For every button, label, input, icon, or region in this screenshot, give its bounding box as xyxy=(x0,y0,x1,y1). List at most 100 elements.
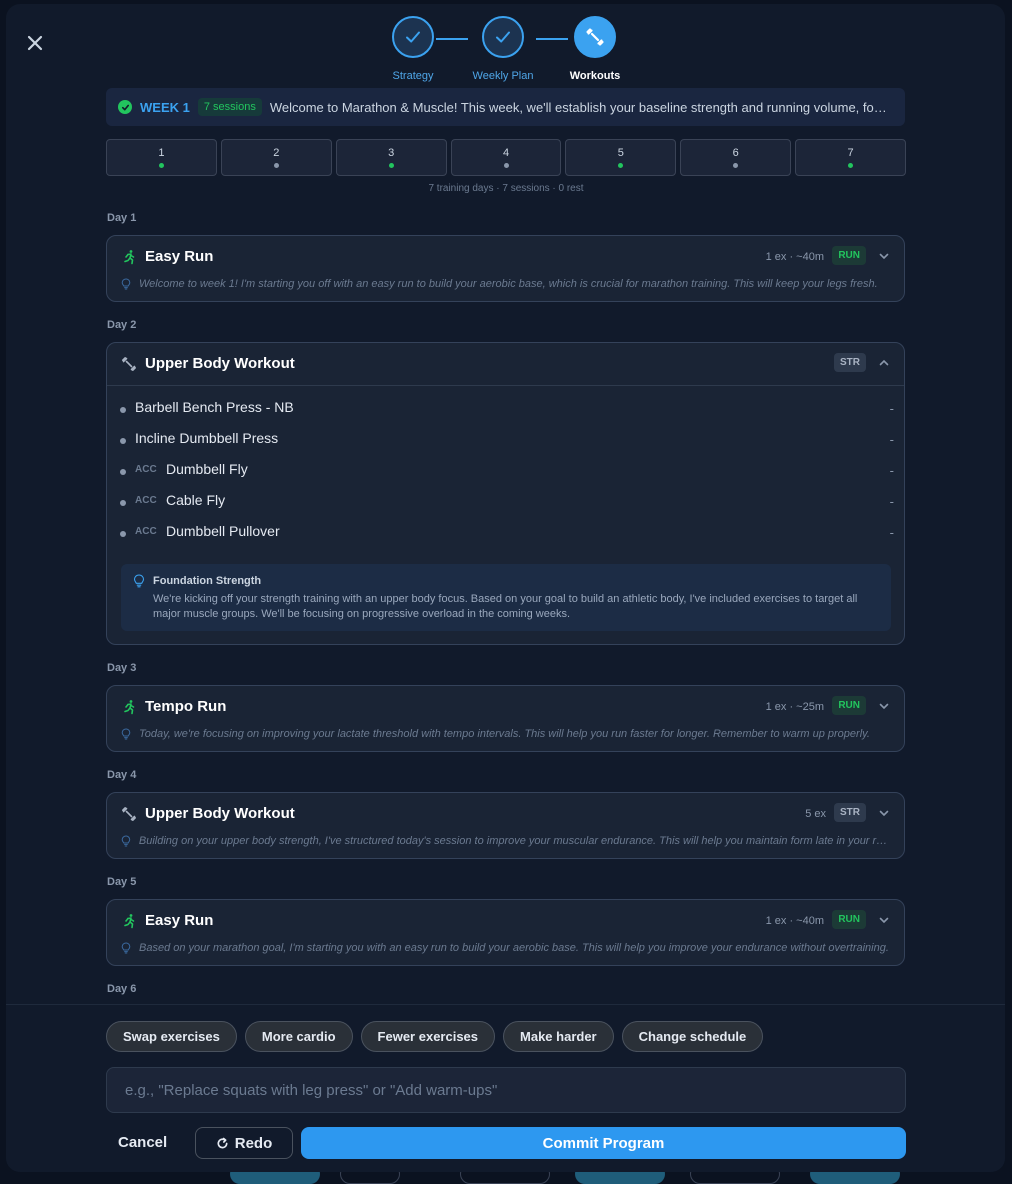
chip-swap-exercises[interactable]: Swap exercises xyxy=(106,1021,237,1052)
day-status-dot xyxy=(273,163,279,168)
workout-note: Based on your marathon goal, I'm startin… xyxy=(121,942,890,954)
wizard-stepper: Strategy Weekly Plan Workouts xyxy=(6,16,1005,86)
chip-change-schedule[interactable]: Change schedule xyxy=(621,1021,764,1052)
running-icon xyxy=(124,700,135,715)
day-tabs: 1 2 3 4 5 6 7 xyxy=(106,139,907,176)
day-label: Day 1 xyxy=(107,212,137,224)
step-label-workouts: Workouts xyxy=(569,70,621,82)
day-label: Day 4 xyxy=(107,769,137,781)
modification-input[interactable] xyxy=(106,1067,906,1113)
exercise-row[interactable]: Barbell Bench Press - NB - xyxy=(107,397,904,428)
lightbulb-icon xyxy=(121,278,131,290)
workout-meta: 1 ex · ~25m xyxy=(765,701,824,713)
accessory-tag: ACC xyxy=(135,464,157,475)
accessory-tag: ACC xyxy=(135,495,157,506)
chip-make-harder[interactable]: Make harder xyxy=(503,1021,614,1052)
day-status-dot xyxy=(158,163,164,168)
dumbbell-icon xyxy=(122,807,136,821)
day-status-dot xyxy=(733,163,739,168)
workout-card-day-2[interactable]: Upper Body Workout STR Barbell Bench Pre… xyxy=(106,342,905,645)
lightbulb-icon xyxy=(133,574,145,588)
workout-title: Upper Body Workout xyxy=(145,355,295,372)
workout-title: Upper Body Workout xyxy=(145,805,295,822)
workout-note: Building on your upper body strength, I'… xyxy=(121,835,890,847)
day-label: Day 6 xyxy=(107,983,137,995)
workout-card-day-1[interactable]: Easy Run 1 ex · ~40m RUN Welcome to week… xyxy=(106,235,905,302)
quick-suggestion-chips: Swap exercises More cardio Fewer exercis… xyxy=(106,1021,764,1052)
run-badge: RUN xyxy=(832,696,866,715)
step-connector xyxy=(436,38,468,40)
week-welcome-text: Welcome to Marathon & Muscle! This week,… xyxy=(269,99,905,115)
day-status-dot xyxy=(503,163,509,168)
day-tab-3[interactable]: 3 xyxy=(335,139,447,176)
workout-meta: 1 ex · ~40m xyxy=(765,251,824,263)
exercise-row[interactable]: ACC Dumbbell Pullover - xyxy=(107,521,904,552)
run-badge: RUN xyxy=(832,910,866,929)
workout-list: Day 1 Easy Run 1 ex · ~40m RUN Welcome t… xyxy=(6,204,1005,1004)
check-icon xyxy=(406,31,420,43)
running-icon xyxy=(124,914,135,929)
day-tab-4[interactable]: 4 xyxy=(450,139,562,176)
step-weekly-plan-circle[interactable] xyxy=(482,16,524,58)
workout-note: Today, we're focusing on improving your … xyxy=(121,728,890,740)
chevron-down-icon[interactable] xyxy=(878,700,890,712)
exercise-row[interactable]: ACC Dumbbell Fly - xyxy=(107,459,904,490)
workout-card-day-4[interactable]: Upper Body Workout 5 ex STR Building on … xyxy=(106,792,905,859)
commit-program-button[interactable]: Commit Program xyxy=(301,1127,906,1159)
chevron-up-icon[interactable] xyxy=(878,357,890,369)
workout-note: Welcome to week 1! I'm starting you off … xyxy=(121,278,890,290)
step-connector xyxy=(536,38,568,40)
strength-badge: STR xyxy=(834,353,866,372)
workout-meta: 5 ex xyxy=(805,808,826,820)
chevron-down-icon[interactable] xyxy=(878,250,890,262)
coach-note-box: Foundation Strength We're kicking off yo… xyxy=(121,564,891,631)
coach-note-title: Foundation Strength xyxy=(153,575,262,587)
day-tab-1[interactable]: 1 xyxy=(106,139,217,176)
running-icon xyxy=(124,250,135,265)
day-status-dot xyxy=(848,163,854,168)
week-banner: WEEK 1 7 sessions Welcome to Marathon & … xyxy=(106,88,905,126)
exercise-row[interactable]: Incline Dumbbell Press - xyxy=(107,428,904,459)
run-badge: RUN xyxy=(832,246,866,265)
divider xyxy=(107,385,904,386)
modify-panel: Swap exercises More cardio Fewer exercis… xyxy=(6,1004,1005,1172)
day-label: Day 3 xyxy=(107,662,137,674)
day-tab-5[interactable]: 5 xyxy=(565,139,677,176)
lightbulb-icon xyxy=(121,942,131,954)
chip-fewer-exercises[interactable]: Fewer exercises xyxy=(360,1021,496,1052)
week-label: WEEK 1 xyxy=(140,99,190,115)
check-circle-icon xyxy=(118,100,132,114)
exercise-list: Barbell Bench Press - NB - Incline Dumbb… xyxy=(107,397,904,552)
check-icon xyxy=(496,31,510,43)
dumbbell-icon xyxy=(586,28,604,46)
workout-title: Easy Run xyxy=(145,248,214,265)
day-label: Day 5 xyxy=(107,876,137,888)
accessory-tag: ACC xyxy=(135,526,157,537)
redo-button[interactable]: Redo xyxy=(195,1127,293,1159)
chevron-down-icon[interactable] xyxy=(878,914,890,926)
step-strategy-circle[interactable] xyxy=(392,16,434,58)
day-tab-6[interactable]: 6 xyxy=(680,139,792,176)
cancel-button[interactable]: Cancel xyxy=(118,1134,167,1151)
chip-more-cardio[interactable]: More cardio xyxy=(244,1021,353,1052)
workout-title: Easy Run xyxy=(145,912,214,929)
day-label: Day 2 xyxy=(107,319,137,331)
dumbbell-icon xyxy=(122,357,136,371)
workout-meta: 1 ex · ~40m xyxy=(765,915,824,927)
day-status-dot xyxy=(618,163,624,168)
workout-card-day-5[interactable]: Easy Run 1 ex · ~40m RUN Based on your m… xyxy=(106,899,905,966)
lightbulb-icon xyxy=(121,835,131,847)
strength-badge: STR xyxy=(834,803,866,822)
workout-title: Tempo Run xyxy=(145,698,227,715)
sessions-badge: 7 sessions xyxy=(197,98,262,116)
workout-card-day-3[interactable]: Tempo Run 1 ex · ~25m RUN Today, we're f… xyxy=(106,685,905,752)
chevron-down-icon[interactable] xyxy=(878,807,890,819)
refresh-icon xyxy=(217,1137,228,1148)
day-status-dot xyxy=(388,163,394,168)
exercise-row[interactable]: ACC Cable Fly - xyxy=(107,490,904,521)
step-workouts-circle[interactable] xyxy=(574,16,616,58)
action-bar: Cancel Redo Commit Program xyxy=(106,1127,906,1161)
day-tab-7[interactable]: 7 xyxy=(795,139,907,176)
day-tab-2[interactable]: 2 xyxy=(220,139,332,176)
program-builder-modal: Strategy Weekly Plan Workouts WEEK 1 7 s… xyxy=(6,4,1005,1172)
